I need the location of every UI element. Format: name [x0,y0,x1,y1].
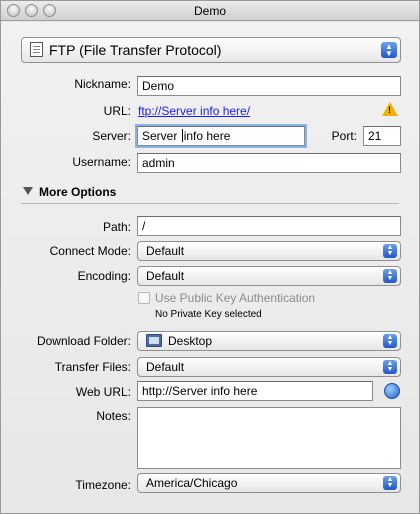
encoding-label: Encoding: [77,269,131,283]
encoding-selected: Default [146,269,185,283]
download-folder-selected: Desktop [168,334,213,348]
encoding-popup[interactable]: Default ▲ ▼ [137,266,401,286]
web-url-field[interactable]: http://Server info here [137,381,373,401]
title-bar[interactable]: Demo [1,1,419,21]
disclosure-triangle-icon[interactable] [23,187,33,195]
popup-stepper-icon: ▲ ▼ [383,360,397,374]
web-url-label: Web URL: [75,385,131,399]
download-folder-label: Download Folder: [36,334,131,348]
connect-mode-label: Connect Mode: [49,244,131,258]
popup-stepper-icon: ▲ ▼ [383,476,397,490]
popup-stepper-icon: ▲ ▼ [383,334,397,348]
port-label: Port: [331,129,357,143]
server-field[interactable]: Server info here [137,126,305,146]
section-divider [21,203,399,204]
public-key-checkbox[interactable] [138,292,150,304]
nickname-label: Nickname: [74,77,131,91]
private-key-status: No Private Key selected [155,309,262,320]
nickname-field[interactable]: Demo [137,76,401,96]
transfer-files-popup[interactable]: Default ▲ ▼ [137,357,401,377]
connect-mode-selected: Default [146,244,185,258]
timezone-selected: America/Chicago [146,476,238,490]
connect-mode-popup[interactable]: Default ▲ ▼ [137,241,401,261]
site-settings-window: Demo FTP (File Transfer Protocol) ▲ ▼ Nic… [0,0,420,514]
url-link[interactable]: ftp://Server info here/ [138,104,250,118]
username-label: Username: [72,155,131,169]
port-field[interactable]: 21 [363,126,401,146]
ftp-icon [30,42,43,57]
popup-stepper-icon: ▲ ▼ [381,42,397,58]
public-key-label: Use Public Key Authentication [155,291,316,305]
globe-icon[interactable] [384,383,400,399]
server-value-after-cursor: info here [183,129,231,143]
url-label: URL: [103,104,131,118]
protocol-popup[interactable]: FTP (File Transfer Protocol) ▲ ▼ [21,37,401,63]
notes-textarea[interactable] [137,407,401,469]
server-label: Server: [92,129,131,143]
notes-label: Notes: [96,409,131,423]
more-options-disclosure[interactable]: More Options [23,185,116,199]
popup-stepper-icon: ▲ ▼ [383,269,397,283]
warning-icon: ! [382,102,398,116]
text-cursor [181,129,183,142]
server-value-before-cursor: Server [142,129,181,143]
window-title: Demo [193,4,226,18]
folder-icon [146,334,162,347]
timezone-label: Timezone: [75,478,131,492]
path-label: Path: [102,220,131,234]
username-field[interactable]: admin [137,153,401,173]
download-folder-popup[interactable]: Desktop ▲ ▼ [137,331,401,351]
protocol-selected: FTP (File Transfer Protocol) [49,42,222,58]
transfer-files-selected: Default [146,360,185,374]
settings-content: FTP (File Transfer Protocol) ▲ ▼ Nickname… [1,22,419,513]
timezone-popup[interactable]: America/Chicago ▲ ▼ [137,473,401,493]
popup-stepper-icon: ▲ ▼ [383,244,397,258]
path-field[interactable]: / [137,216,401,236]
more-options-label: More Options [39,185,117,199]
transfer-files-label: Transfer Files: [54,360,131,374]
